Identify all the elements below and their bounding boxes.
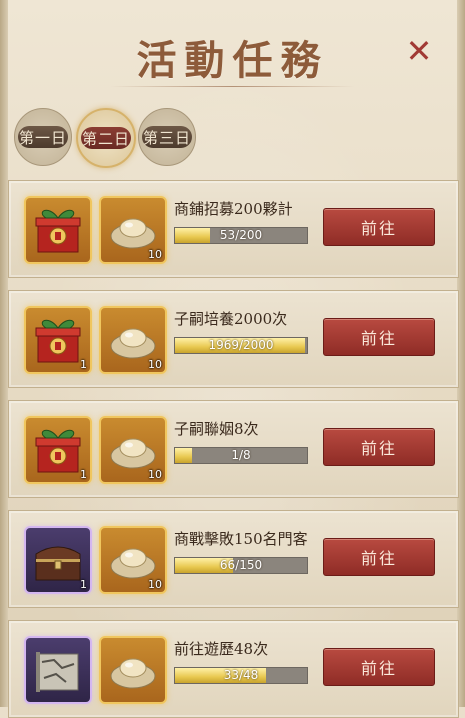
progress-text: 1969/2000 [208, 338, 274, 352]
reward-count: 10 [148, 358, 162, 371]
reward-slot-map[interactable] [24, 636, 92, 704]
go-button[interactable]: 前往 [323, 318, 435, 356]
reward-slot-chest[interactable]: 1 [24, 526, 92, 594]
tab-day-3-label: 第三日 [142, 126, 192, 148]
reward-count: 10 [148, 578, 162, 591]
reward-count: 10 [148, 248, 162, 261]
title-divider [110, 86, 355, 87]
task-name: 子嗣聯姻8次 [174, 420, 259, 438]
progress-text: 1/8 [231, 448, 251, 462]
tab-day-3[interactable]: 第三日 [138, 108, 196, 166]
close-button[interactable]: ✕ [404, 35, 434, 67]
tab-day-1-label: 第一日 [18, 126, 68, 148]
go-button[interactable]: 前往 [323, 538, 435, 576]
task-name: 商戰擊敗150名門客 [174, 530, 308, 548]
task-name: 前往遊歷48次 [174, 640, 269, 658]
reward-slot-ingot[interactable]: 10 [99, 526, 167, 594]
silver-ingot-icon [110, 658, 156, 689]
task-progress-bar: 33/48 [174, 667, 308, 684]
panel-title: 活動任務 [136, 37, 329, 84]
reward-slot-ingot[interactable] [99, 636, 167, 704]
gift-box-icon [35, 209, 81, 253]
tab-day-1[interactable]: 第一日 [14, 108, 72, 166]
reward-slot-gift[interactable] [24, 196, 92, 264]
reward-slot-ingot[interactable]: 10 [99, 306, 167, 374]
task-row: 前往遊歷48次 33/48 前往 [8, 620, 459, 718]
task-progress-bar: 66/150 [174, 557, 308, 574]
tab-day-2-label: 第二日 [81, 127, 131, 149]
task-row: 1 10 子嗣培養2000次 1969/2000 前往 [8, 290, 459, 388]
reward-slot-ingot[interactable]: 10 [99, 416, 167, 484]
task-progress-bar: 53/200 [174, 227, 308, 244]
progress-text: 66/150 [219, 558, 263, 572]
task-row: 1 10 子嗣聯姻8次 1/8 前往 [8, 400, 459, 498]
reward-slot-gift[interactable]: 1 [24, 416, 92, 484]
map-scroll-icon [36, 652, 79, 692]
go-button[interactable]: 前往 [323, 428, 435, 466]
task-row: 10 商鋪招募200夥計 53/200 前往 [8, 180, 459, 278]
reward-count: 10 [148, 468, 162, 481]
tab-day-2[interactable]: 第二日 [76, 108, 136, 168]
reward-count: 1 [80, 468, 87, 481]
reward-count: 1 [80, 578, 87, 591]
reward-count: 1 [80, 358, 87, 371]
task-progress-bar: 1/8 [174, 447, 308, 464]
progress-text: 33/48 [223, 668, 259, 682]
reward-slot-gift[interactable]: 1 [24, 306, 92, 374]
panel-left-border [0, 0, 8, 707]
activity-task-panel: 活動任務 ✕ 第一日 第二日 第三日 10 商鋪招募200夥計 53/200 前… [0, 0, 465, 718]
task-name: 商鋪招募200夥計 [174, 200, 293, 218]
progress-text: 53/200 [219, 228, 263, 242]
go-button[interactable]: 前往 [323, 208, 435, 246]
task-name: 子嗣培養2000次 [174, 310, 288, 328]
task-progress-bar: 1969/2000 [174, 337, 308, 354]
task-row: 1 10 商戰擊敗150名門客 66/150 前往 [8, 510, 459, 608]
go-button[interactable]: 前往 [323, 648, 435, 686]
reward-slot-ingot[interactable]: 10 [99, 196, 167, 264]
